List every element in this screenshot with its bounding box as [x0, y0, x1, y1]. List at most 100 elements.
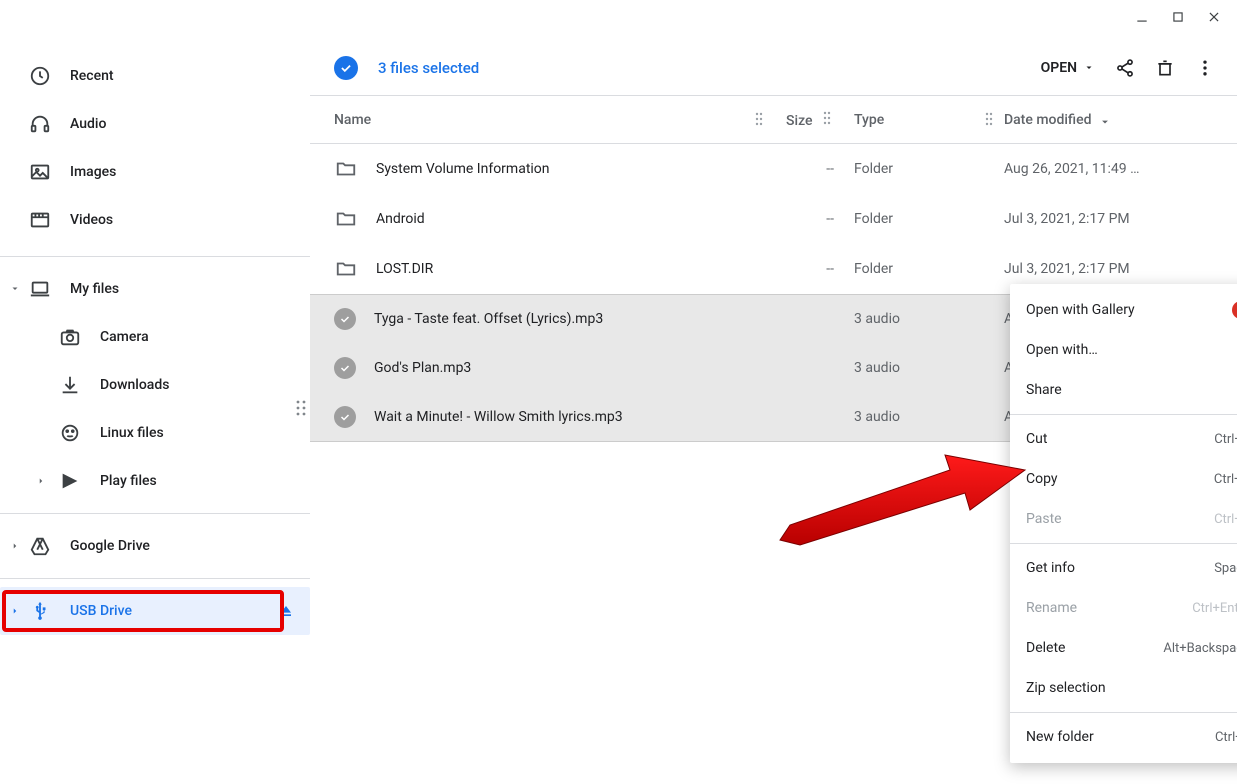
window-maximize-button[interactable]	[1169, 8, 1187, 26]
column-resize-icon[interactable]	[820, 111, 834, 125]
file-row[interactable]: System Volume Information--FolderAug 26,…	[310, 144, 1237, 194]
file-name: Wait a Minute! - Willow Smith lyrics.mp3	[374, 409, 623, 425]
context-menu-shortcut: Ctrl+C	[1214, 472, 1237, 487]
file-name: System Volume Information	[376, 161, 550, 177]
annotation-arrow	[770, 430, 1030, 550]
file-size: --	[774, 211, 854, 227]
file-type: 3 audio	[854, 311, 1004, 327]
usb-icon	[28, 599, 52, 623]
sidebar-item-label: Play files	[100, 473, 298, 489]
main-panel: 3 files selected OPEN Name	[310, 0, 1237, 784]
file-name: Tyga - Taste feat. Offset (Lyrics).mp3	[374, 311, 603, 327]
context-menu-item[interactable]: Open with Gallery	[1010, 290, 1237, 330]
sidebar-item-google-drive[interactable]: Google Drive	[0, 522, 310, 570]
window-controls	[1119, 0, 1237, 34]
context-menu-item[interactable]: New folder Ctrl+E	[1010, 717, 1237, 757]
file-type: 3 audio	[854, 360, 1004, 376]
context-menu-item[interactable]: DeleteAlt+Backspace	[1010, 628, 1237, 668]
file-date: Jul 3, 2021, 2:17 PM	[1004, 211, 1225, 227]
context-menu: Open with Gallery Open with… Share Cut Ctrl+…	[1010, 284, 1237, 763]
context-menu-label: Get info	[1026, 560, 1075, 576]
sidebar-item-downloads[interactable]: Downloads	[0, 361, 310, 409]
context-menu-label: Paste	[1026, 511, 1062, 527]
recent-icon	[28, 64, 52, 88]
sidebar-item-audio[interactable]: Audio	[0, 100, 310, 148]
context-menu-item: RenameCtrl+Enter	[1010, 588, 1237, 628]
camera-icon	[58, 325, 82, 349]
sidebar-item-usb-drive[interactable]: USB Drive	[0, 587, 310, 635]
play-icon	[58, 469, 82, 493]
folder-icon	[334, 157, 358, 181]
column-resize-icon[interactable]	[982, 112, 996, 126]
context-menu-shortcut: Space	[1214, 561, 1237, 576]
sidebar: Recent Audio Images Videos	[0, 0, 310, 784]
context-menu-label: Delete	[1026, 640, 1065, 656]
selection-indicator-icon[interactable]	[334, 56, 358, 80]
resize-handle-icon[interactable]	[296, 400, 306, 416]
sidebar-item-playfiles[interactable]: Play files	[0, 457, 310, 505]
sidebar-item-label: Downloads	[100, 377, 298, 393]
context-menu-label: Open with…	[1026, 342, 1098, 358]
file-name: Android	[376, 211, 425, 227]
folder-icon	[334, 257, 358, 281]
sidebar-item-camera[interactable]: Camera	[0, 313, 310, 361]
context-menu-label: Open with Gallery	[1026, 302, 1135, 318]
window-close-button[interactable]	[1205, 8, 1223, 26]
sidebar-item-recent[interactable]: Recent	[0, 52, 310, 100]
sidebar-divider	[0, 578, 310, 579]
videos-icon	[28, 208, 52, 232]
file-size: --	[774, 161, 854, 177]
sidebar-item-label: Linux files	[100, 425, 298, 441]
context-menu-separator	[1010, 712, 1237, 713]
sidebar-item-label: Camera	[100, 329, 298, 345]
context-menu-separator	[1010, 414, 1237, 415]
laptop-icon	[28, 277, 52, 301]
context-menu-label: Cut	[1026, 431, 1047, 447]
images-icon	[28, 160, 52, 184]
context-menu-shortcut: Ctrl+X	[1214, 432, 1237, 447]
context-menu-item[interactable]: Copy Ctrl+C	[1010, 459, 1237, 499]
selected-check-icon	[334, 308, 356, 330]
context-menu-label: New folder	[1026, 729, 1094, 745]
context-menu-item[interactable]: Zip selection	[1010, 668, 1237, 708]
selected-check-icon	[334, 357, 356, 379]
context-menu-shortcut: Ctrl+E	[1215, 730, 1237, 745]
file-type: 3 audio	[854, 409, 1004, 425]
file-row[interactable]: Android--FolderJul 3, 2021, 2:17 PM	[310, 194, 1237, 244]
context-menu-item[interactable]: Open with…	[1010, 330, 1237, 370]
context-menu-item: PasteCtrl+V	[1010, 499, 1237, 539]
open-button[interactable]: OPEN	[1031, 50, 1105, 86]
column-header-name[interactable]: Name	[334, 112, 774, 128]
sidebar-item-videos[interactable]: Videos	[0, 196, 310, 244]
sidebar-item-linux[interactable]: Linux files	[0, 409, 310, 457]
sidebar-item-label: Google Drive	[70, 538, 298, 554]
file-name: God's Plan.mp3	[374, 360, 471, 376]
more-options-button[interactable]	[1185, 50, 1225, 86]
column-header-date[interactable]: Date modified	[1004, 112, 1225, 128]
context-menu-item[interactable]: Share	[1010, 370, 1237, 410]
sidebar-quick-section: Recent Audio Images Videos	[0, 48, 310, 248]
sidebar-item-label: Videos	[70, 212, 298, 228]
sidebar-item-label: Images	[70, 164, 298, 180]
context-menu-label: Rename	[1026, 600, 1077, 616]
sidebar-item-images[interactable]: Images	[0, 148, 310, 196]
window-minimize-button[interactable]	[1133, 8, 1151, 26]
context-menu-label: Copy	[1026, 471, 1058, 487]
column-header-type[interactable]: Type	[854, 112, 1004, 128]
context-menu-item[interactable]: Get info Space	[1010, 548, 1237, 588]
eject-button[interactable]	[274, 599, 298, 623]
delete-button[interactable]	[1145, 50, 1185, 86]
column-header-size[interactable]: Size	[774, 111, 854, 129]
linux-icon	[58, 421, 82, 445]
sort-descending-icon	[1098, 113, 1112, 127]
context-menu-item[interactable]: Cut Ctrl+X	[1010, 419, 1237, 459]
share-button[interactable]	[1105, 50, 1145, 86]
google-drive-icon	[28, 534, 52, 558]
selection-count-text: 3 files selected	[378, 59, 479, 77]
context-menu-separator	[1010, 543, 1237, 544]
toolbar: 3 files selected OPEN	[310, 40, 1237, 96]
column-resize-icon[interactable]	[752, 112, 766, 126]
sidebar-item-label: Audio	[70, 116, 298, 132]
chevron-right-icon	[34, 474, 48, 488]
sidebar-item-myfiles[interactable]: My files	[0, 265, 310, 313]
